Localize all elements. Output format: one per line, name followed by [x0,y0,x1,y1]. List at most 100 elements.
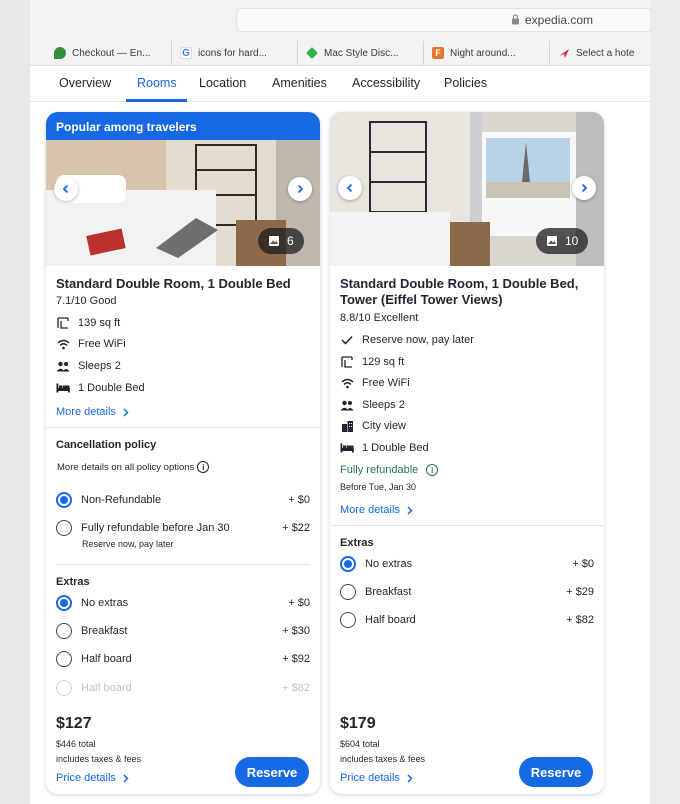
nav-rooms[interactable]: Rooms [137,76,177,90]
browser-tab-mac-style[interactable]: Mac Style Disc... [298,41,424,65]
option-label: Non-Refundable [81,494,162,506]
amenity-pay-later: Reserve now, pay later [340,332,474,348]
photo-prev-button[interactable] [338,176,362,200]
browser-tab-label: Mac Style Disc... [324,47,399,59]
price-details-link[interactable]: Price details [340,772,413,784]
option-label: Breakfast [365,586,412,598]
browser-tab-icons[interactable]: G icons for hard... [172,41,298,65]
section-divider [330,525,604,526]
extras-option-half-board[interactable]: Half board + $82 [340,611,594,629]
amenity-label: 1 Double Bed [362,442,429,454]
reserve-button[interactable]: Reserve [235,757,309,787]
amenity-label: 139 sq ft [78,317,121,329]
radio-selected[interactable] [56,595,72,611]
url-text: expedia.com [525,13,594,27]
amenity-sleeps: Sleeps 2 [56,358,121,374]
radio-unselected[interactable] [56,623,72,639]
cancellation-option-nonrefundable[interactable]: Non-Refundable + $0 [56,491,310,509]
section-divider [46,427,320,428]
price-details-link[interactable]: Price details [56,772,129,784]
wifi-icon [56,337,70,351]
room-photo[interactable]: 6 [46,140,320,266]
browser-chrome: expedia.com Checkout — En... G icons for… [30,0,650,66]
room-title-line-1: Standard Double Room, 1 Double Bed, [340,276,579,291]
area-icon [340,355,354,369]
section-divider [56,564,310,565]
radio-unselected[interactable] [56,651,72,667]
chevron-right-icon [581,183,588,193]
extras-title: Extras [56,576,90,588]
more-details-link[interactable]: More details [56,406,129,418]
nav-policies[interactable]: Policies [444,76,487,90]
nightly-price: $179 [340,715,376,732]
wifi-icon [340,376,354,390]
nav-accessibility[interactable]: Accessibility [352,76,420,90]
photo-next-button[interactable] [572,176,596,200]
amenity-label: Free WiFi [78,338,126,350]
reserve-button[interactable]: Reserve [519,757,593,787]
room-card-2: 10 Standard Double Room, 1 Double Bed, T… [330,112,604,794]
people-icon [56,359,70,373]
radio-unselected [56,680,72,696]
cancellation-option-refundable[interactable]: Fully refundable before Jan 30 + $22 [56,519,310,537]
chevron-right-icon [407,773,413,783]
gallery-icon [547,236,557,246]
info-icon[interactable]: i [426,464,439,476]
browser-window: expedia.com Checkout — En... G icons for… [30,0,650,804]
browser-tab-label: Checkout — En... [72,47,151,59]
photo-next-button[interactable] [288,177,312,201]
area-icon [56,316,70,330]
amenity-label: Free WiFi [362,377,410,389]
room-title: Standard Double Room, 1 Double Bed [56,276,291,291]
nav-amenities[interactable]: Amenities [272,76,327,90]
amenity-wifi: Free WiFi [340,375,410,391]
site-logo-icon: F [432,47,444,59]
lock-icon [512,14,519,25]
option-price: + $92 [282,653,310,665]
extras-option-breakfast[interactable]: Breakfast + $30 [56,622,310,640]
popular-badge: Popular among travelers [46,112,320,140]
nightly-price: $127 [56,715,92,732]
extras-option-no-extras[interactable]: No extras + $0 [56,594,310,612]
browser-tab-select-hotel[interactable]: Select a hote [550,41,650,65]
radio-selected[interactable] [340,556,356,572]
radio-unselected[interactable] [56,520,72,536]
info-icon: i [197,461,210,473]
radio-unselected[interactable] [340,612,356,628]
photo-prev-button[interactable] [54,177,78,201]
extras-option-breakfast[interactable]: Breakfast + $29 [340,583,594,601]
extras-option-half-board[interactable]: Half board + $92 [56,650,310,668]
room-photo[interactable]: 10 [330,112,604,266]
refundable-deadline: Before Tue, Jan 30 [340,482,417,492]
price-details-label: Price details [340,772,400,784]
option-price: + $0 [288,597,310,609]
refundable-status: Fully refundable i [340,464,439,476]
more-details-label: More details [56,406,116,418]
extras-option-no-extras[interactable]: No extras + $0 [340,555,594,573]
bed-icon [56,381,70,395]
nav-location[interactable]: Location [199,76,246,90]
amenity-bed: 1 Double Bed [56,380,145,396]
browser-tab-checkout[interactable]: Checkout — En... [46,41,172,65]
property-nav: Overview Rooms Location Amenities Access… [30,66,650,102]
amenity-label: Sleeps 2 [362,399,405,411]
address-bar[interactable]: expedia.com [236,8,650,32]
browser-tab-label: Select a hote [576,47,635,59]
policy-info-label: More details on all policy options [57,461,195,473]
nav-overview[interactable]: Overview [59,76,111,90]
radio-unselected[interactable] [340,584,356,600]
city-icon [340,419,354,433]
browser-tab-night-around[interactable]: F Night around... [424,41,550,65]
more-details-link[interactable]: More details [340,504,413,516]
radio-selected[interactable] [56,492,72,508]
more-details-label: More details [340,504,400,516]
amenity-wifi: Free WiFi [56,336,126,352]
photo-count-pill[interactable]: 6 [258,228,304,254]
active-tab-indicator [126,99,187,102]
amenity-sleeps: Sleeps 2 [340,397,405,413]
option-price: + $29 [566,586,594,598]
photo-count-pill[interactable]: 10 [536,228,589,254]
policy-info-link[interactable]: More details on all policy options i [57,461,210,473]
option-price: + $0 [288,494,310,506]
refundable-label: Fully refundable [340,464,419,476]
